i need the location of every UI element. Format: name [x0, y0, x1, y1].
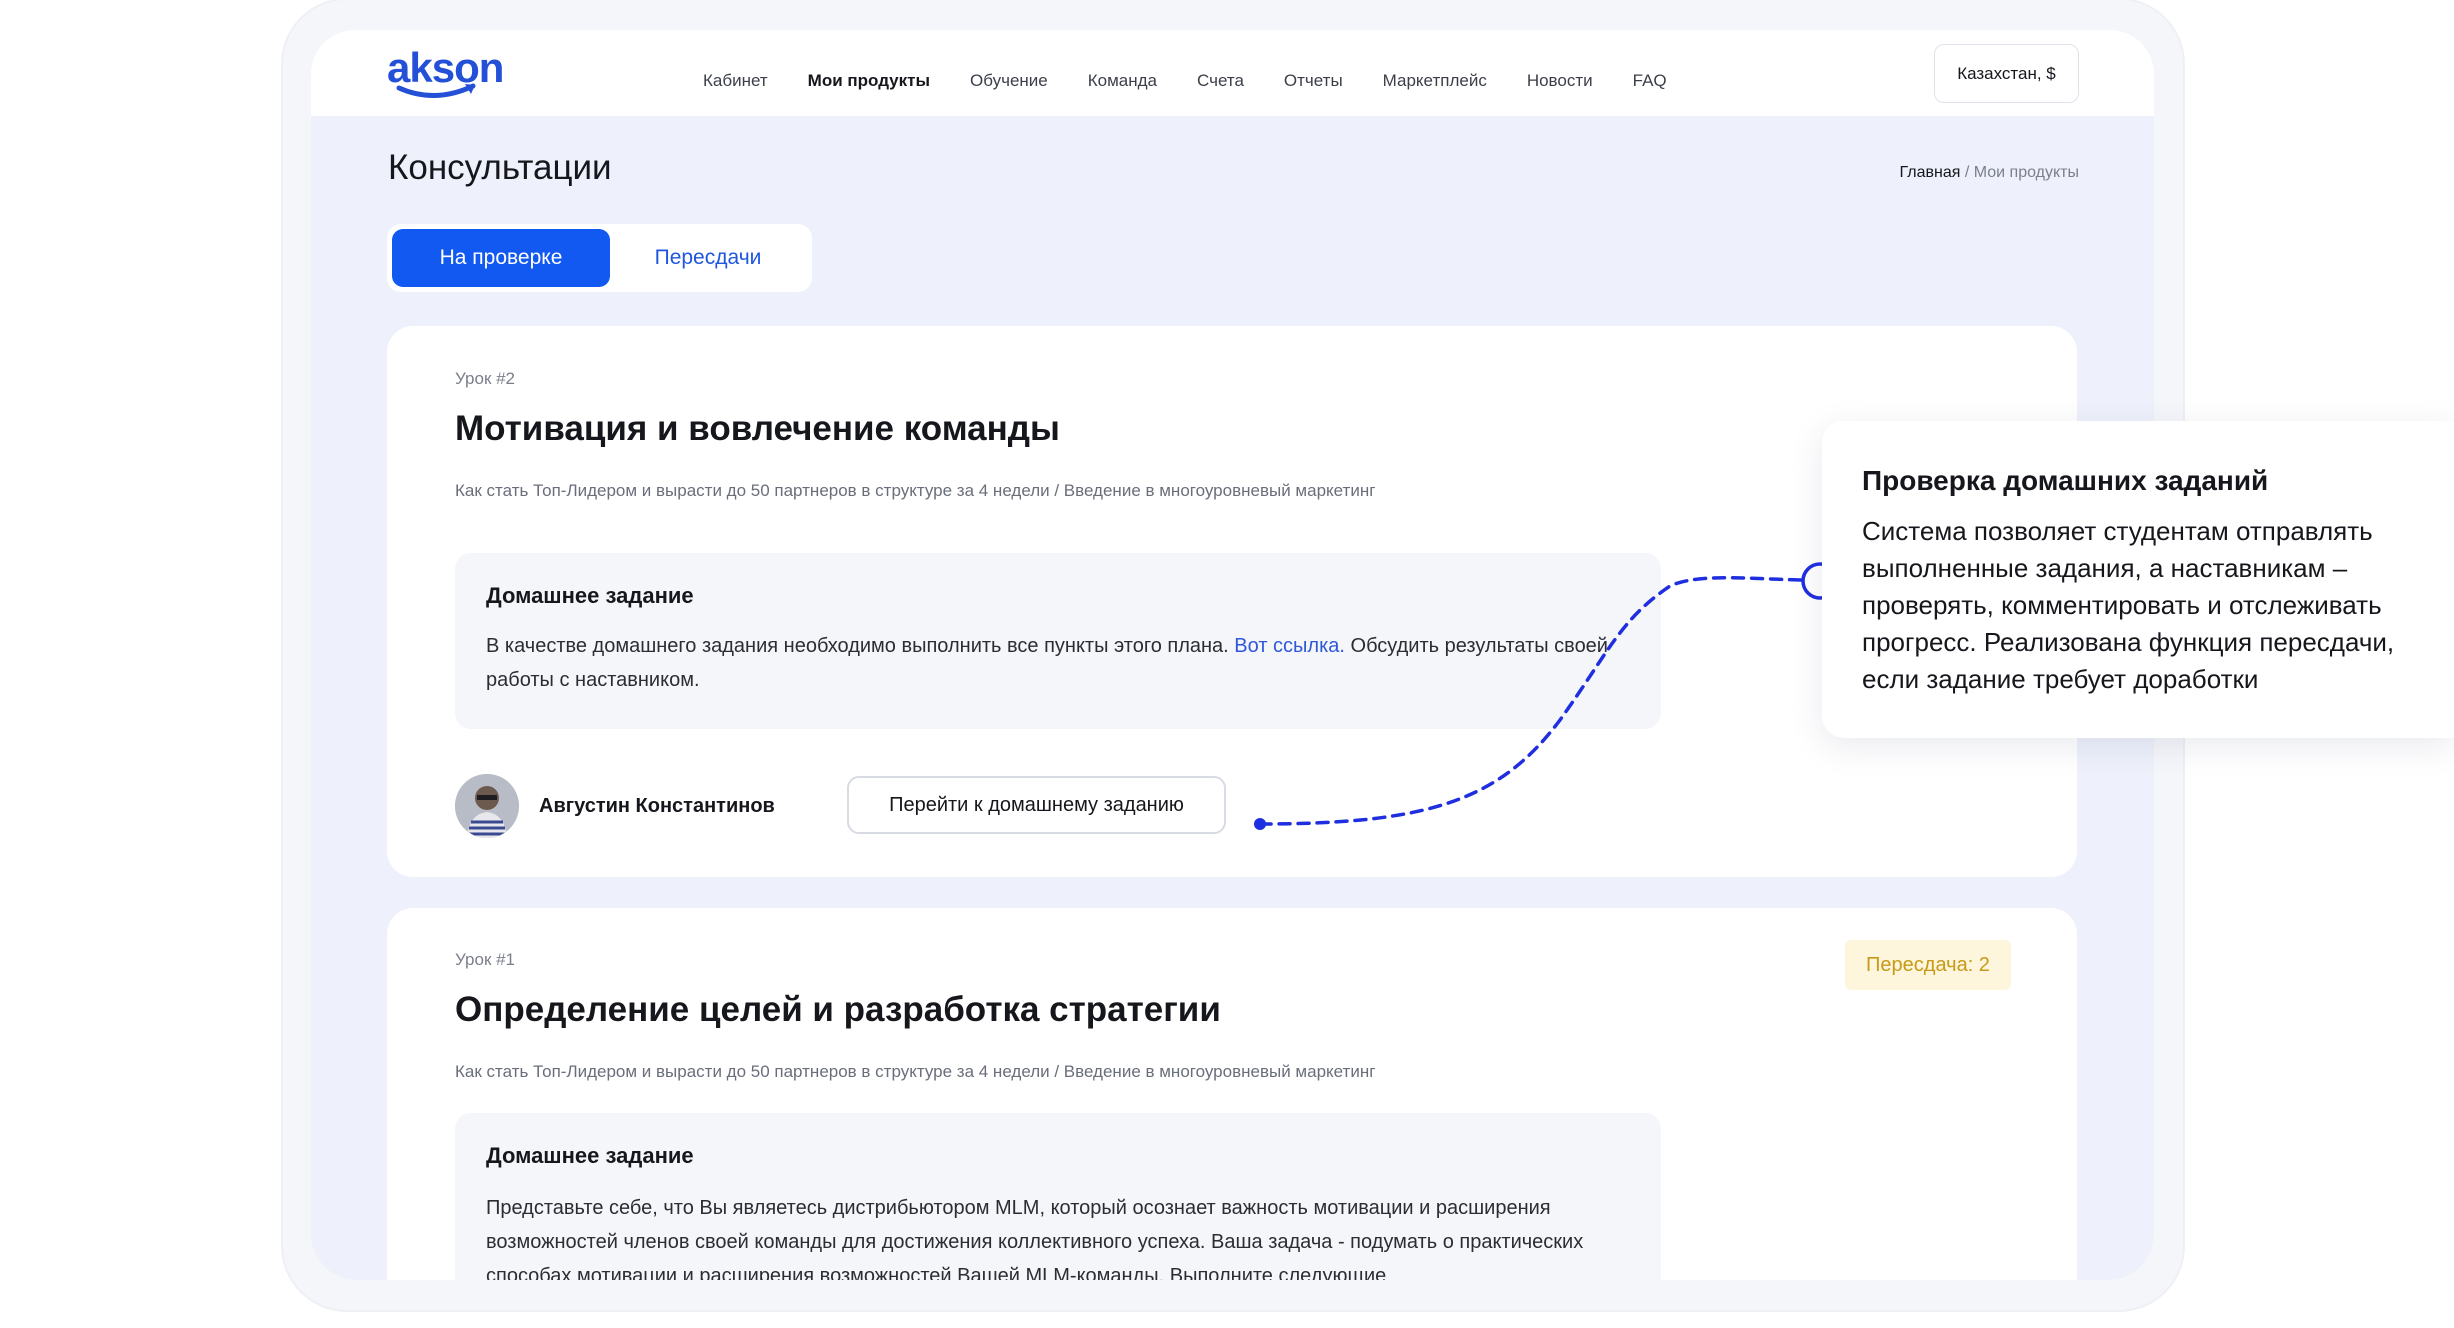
homework-text: В качестве домашнего задания необходимо … [486, 629, 1616, 697]
homework-box: Домашнее задание Представьте себе, что В… [455, 1113, 1661, 1280]
lesson-number: Урок #1 [455, 950, 516, 969]
page-title: Консультации [388, 148, 612, 187]
breadcrumb-home-link[interactable]: Главная [1900, 164, 1961, 181]
lesson-title: Мотивация и вовлечение команды [455, 409, 1060, 448]
breadcrumb-current: Мои продукты [1973, 164, 2079, 181]
breadcrumb-separator: / [1960, 164, 1974, 181]
go-to-homework-button[interactable]: Перейти к домашнему заданию [847, 776, 1226, 834]
logo-smile-icon [396, 83, 476, 99]
lesson-number: Урок #2 [455, 369, 516, 388]
callout-title: Проверка домашних заданий [1862, 465, 2269, 496]
homework-box: Домашнее задание В качестве домашнего за… [455, 553, 1661, 729]
review-tabs: На проверке Пересдачи [387, 224, 812, 292]
homework-title: Домашнее задание [486, 1143, 694, 1168]
nav-item-my-products[interactable]: Мои продукты [808, 66, 930, 96]
main-nav: Кабинет Мои продукты Обучение Команда Сч… [703, 66, 1707, 96]
retake-badge: Пересдача: 2 [1845, 940, 2011, 990]
tab-on-review[interactable]: На проверке [392, 229, 610, 287]
lesson-path: Как стать Топ-Лидером и вырасти до 50 па… [455, 481, 1376, 500]
author-name: Августин Константинов [539, 794, 775, 817]
nav-item-faq[interactable]: FAQ [1633, 66, 1667, 96]
breadcrumb: Главная / Мои продукты [1900, 164, 2080, 182]
top-header: akson Кабинет Мои продукты Обучение Кома… [311, 30, 2154, 116]
callout-text: Система позволяет студентам отправлять в… [1862, 516, 2395, 694]
nav-item-news[interactable]: Новости [1527, 66, 1593, 96]
nav-item-team[interactable]: Команда [1088, 66, 1157, 96]
homework-text-part: В качестве домашнего задания необходимо … [486, 635, 1235, 657]
lesson-card: Урок #1 Пересдача: 2 Определение целей и… [387, 908, 2077, 1280]
lesson-path: Как стать Топ-Лидером и вырасти до 50 па… [455, 1062, 1376, 1081]
lesson-title: Определение целей и разработка стратегии [455, 990, 1221, 1029]
region-selector-button[interactable]: Казахстан, $ [1934, 44, 2079, 103]
homework-title: Домашнее задание [486, 583, 694, 608]
homework-text: Представьте себе, что Вы являетесь дистр… [486, 1197, 1584, 1280]
nav-item-learning[interactable]: Обучение [970, 66, 1048, 96]
tab-retakes[interactable]: Пересдачи [610, 229, 806, 287]
avatar-photo [455, 774, 519, 838]
nav-item-cabinet[interactable]: Кабинет [703, 66, 768, 96]
nav-item-reports[interactable]: Отчеты [1284, 66, 1343, 96]
homework-link[interactable]: Вот ссылка. [1234, 635, 1345, 657]
akson-logo[interactable]: akson [387, 42, 511, 99]
nav-item-marketplace[interactable]: Маркетплейс [1383, 66, 1487, 96]
author-block: Августин Константинов [455, 774, 775, 838]
nav-item-invoices[interactable]: Счета [1197, 66, 1244, 96]
feature-callout: Проверка домашних заданий Система позвол… [1822, 421, 2454, 738]
